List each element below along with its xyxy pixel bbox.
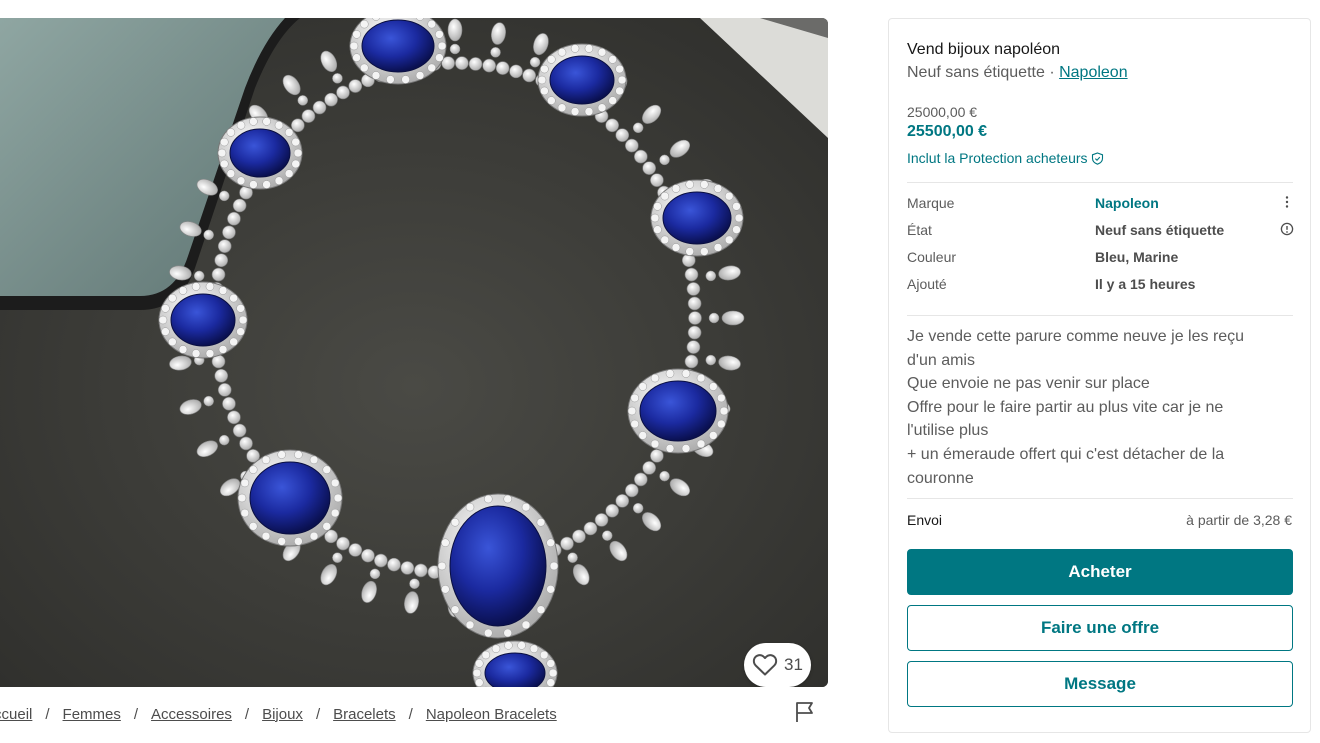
breadcrumb-item-home[interactable]: Accueil [0, 706, 32, 723]
item-price-with-protection: 25500,00 € [907, 123, 988, 140]
item-price: 25000,00 € [907, 104, 978, 120]
item-attributes: Marque Napoleon État Neuf sans étiquette… [907, 192, 1294, 300]
attribute-label: Ajouté [907, 276, 947, 292]
item-condition: Neuf sans étiquette [907, 64, 1045, 81]
info-icon[interactable] [1280, 222, 1294, 236]
subtitle-separator: · [1044, 64, 1060, 81]
description-line: couronne [907, 469, 974, 487]
favourite-count: 31 [784, 655, 803, 674]
attribute-value: Bleu, Marine [1095, 249, 1179, 265]
breadcrumb-separator: / [408, 705, 413, 723]
description-line: d'un amis [907, 351, 975, 369]
divider [907, 315, 1293, 316]
description-line: Offre pour le faire partir au plus vite … [907, 398, 1224, 416]
breadcrumb-separator: / [45, 705, 50, 723]
description-line: l'utilise plus [907, 422, 989, 440]
buyer-protection-label: Inclut la Protection acheteurs [907, 150, 1088, 166]
breadcrumb-separator: / [133, 705, 139, 723]
shipping-label: Envoi [907, 512, 943, 528]
attribute-value: Neuf sans étiquette [1095, 222, 1225, 238]
shipping-price: à partir de 3,28 € [1186, 512, 1292, 528]
attribute-value: Il y a 15 heures [1095, 276, 1196, 292]
breadcrumb-separator: / [244, 705, 250, 723]
attribute-row-brand: Marque Napoleon [907, 192, 1293, 219]
breadcrumb-item-women[interactable]: Femmes [63, 706, 121, 723]
item-description: Je vende cette parure comme neuve je les… [907, 325, 1293, 490]
attribute-row-colour: Couleur Bleu, Marine [907, 246, 1293, 273]
necklace-image [0, 18, 828, 687]
attribute-label: Couleur [907, 249, 957, 265]
more-vertical-icon[interactable] [1280, 195, 1294, 209]
attribute-row-condition: État Neuf sans étiquette [907, 219, 1294, 246]
buyer-protection-note[interactable]: Inclut la Protection acheteurs [907, 150, 1104, 166]
description-line: Que envoie ne pas venir sur place [907, 375, 1150, 393]
item-brand-link[interactable]: Napoleon [1059, 64, 1128, 81]
make-offer-button[interactable]: Faire une offre [907, 605, 1293, 651]
divider [907, 498, 1293, 499]
description-line: + un émeraude offert qui c'est détacher … [907, 445, 1225, 463]
breadcrumb-item-jewellery[interactable]: Bijoux [262, 706, 303, 723]
description-line: Je vende cette parure comme neuve je les… [907, 328, 1245, 345]
message-button[interactable]: Message [907, 661, 1293, 707]
favourite-button[interactable]: 31 [744, 643, 811, 687]
breadcrumb-separator: / [315, 705, 321, 723]
heart-icon [752, 654, 778, 676]
attribute-label: État [907, 222, 932, 238]
attribute-value-brand-link[interactable]: Napoleon [1095, 195, 1159, 211]
buy-button[interactable]: Acheter [907, 549, 1293, 595]
breadcrumb: Accueil / Femmes / Accessoires / Bijoux … [0, 702, 557, 726]
breadcrumb-item-accessories[interactable]: Accessoires [151, 706, 232, 723]
divider [907, 182, 1293, 183]
attribute-label: Marque [907, 195, 955, 211]
product-photo[interactable]: 31 [0, 18, 828, 687]
item-title: Vend bijoux napoléon [907, 41, 1061, 58]
breadcrumb-item-napoleon-bracelets[interactable]: Napoleon Bracelets [426, 706, 557, 723]
report-button[interactable] [792, 699, 818, 725]
flag-icon [796, 702, 813, 722]
breadcrumb-item-bracelets[interactable]: Bracelets [333, 706, 396, 723]
shield-check-icon [1091, 151, 1103, 165]
item-subtitle: Neuf sans étiquette · Napoleon [907, 64, 1128, 82]
item-details-panel: Vend bijoux napoléon Neuf sans étiquette… [888, 18, 1311, 733]
attribute-row-added: Ajouté Il y a 15 heures [907, 273, 1293, 300]
